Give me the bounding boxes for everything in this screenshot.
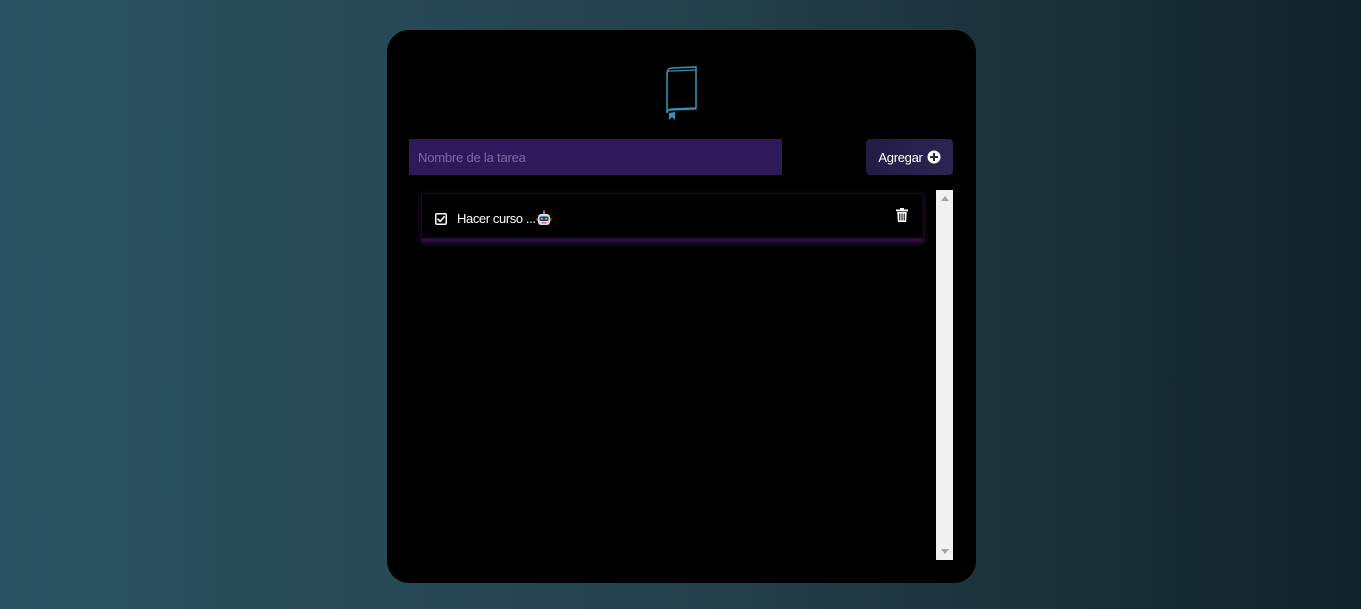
todo-app-card: Agregar Hacer curso ...: [387, 30, 976, 583]
book-bookmark-icon: [666, 66, 697, 120]
robot-face-icon: [536, 210, 552, 225]
circle-plus-icon: [927, 150, 941, 164]
task-name-input[interactable]: [409, 139, 782, 175]
checkbox-checked-icon[interactable]: [435, 213, 447, 225]
task-list-scrollbar[interactable]: [936, 190, 953, 560]
task-item: Hacer curso ...: [421, 193, 924, 242]
trash-icon[interactable]: [896, 208, 908, 222]
scroll-up-arrow-icon[interactable]: [936, 190, 953, 207]
task-text: Hacer curso ...: [457, 211, 536, 226]
add-task-button[interactable]: Agregar: [866, 139, 953, 175]
add-button-label: Agregar: [878, 149, 923, 165]
scroll-down-arrow-icon[interactable]: [936, 543, 953, 560]
task-list: Hacer curso ...: [409, 190, 936, 560]
